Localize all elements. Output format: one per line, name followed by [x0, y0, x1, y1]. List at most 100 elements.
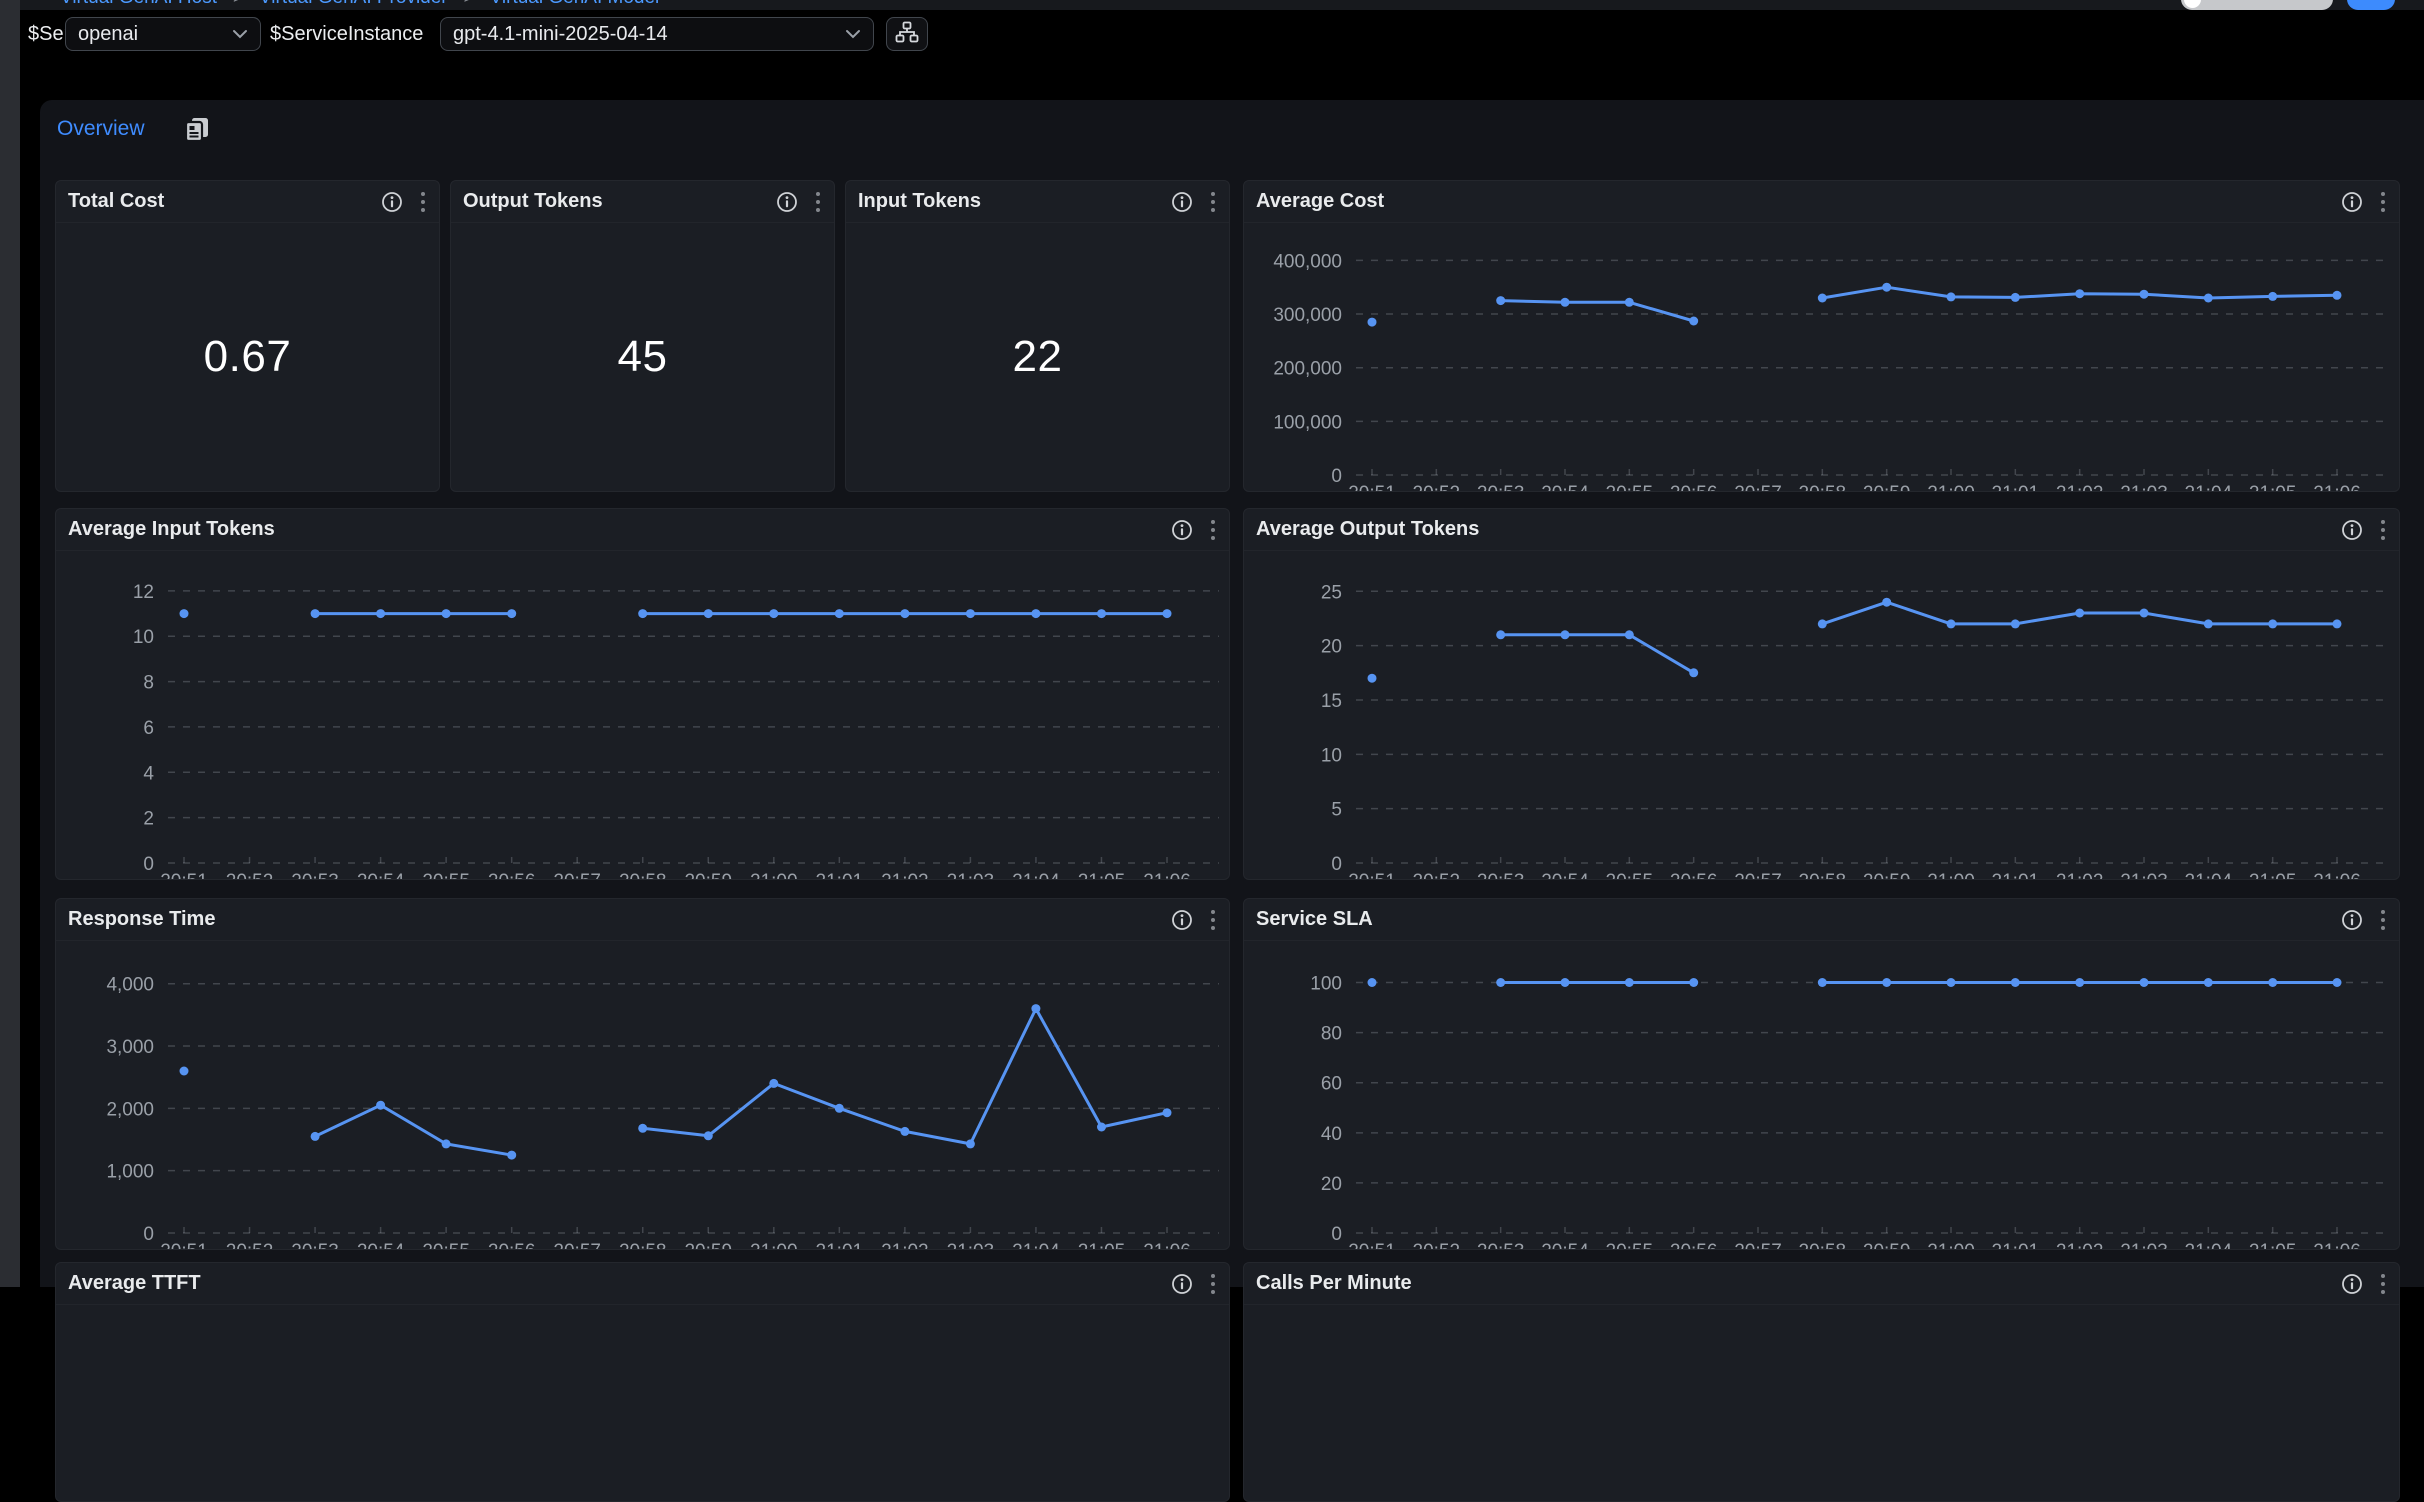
info-icon[interactable]: [2341, 519, 2363, 541]
svg-text:20:57: 20:57: [1734, 483, 1782, 492]
panel-menu-icon[interactable]: [2379, 908, 2387, 932]
panel-menu-icon[interactable]: [1209, 190, 1217, 214]
info-icon[interactable]: [2341, 909, 2363, 931]
breadcrumb-bar: Virtual GenAI Host > Virtual GenAI Provide…: [20, 0, 2424, 10]
svg-text:20:58: 20:58: [1799, 871, 1847, 880]
dashboard-variables-bar: $Service openai $ServiceInstance gpt-4.1…: [20, 10, 2424, 57]
svg-text:20:53: 20:53: [1477, 483, 1525, 492]
instance-variable-label: $ServiceInstance: [270, 23, 423, 46]
svg-text:100: 100: [1310, 974, 1342, 995]
svg-text:4,000: 4,000: [106, 975, 154, 996]
svg-text:21:03: 21:03: [947, 1241, 995, 1250]
panel-menu-icon[interactable]: [1209, 1272, 1217, 1296]
svg-text:21:00: 21:00: [1927, 483, 1975, 492]
svg-text:20:51: 20:51: [160, 1241, 208, 1250]
collapsed-sidebar-rail[interactable]: [0, 0, 20, 1287]
breadcrumb-link-provider[interactable]: Virtual GenAI Provider: [259, 0, 448, 8]
average-input-tokens-chart[interactable]: 02468101220:5103-2020:5203-2020:5303-202…: [56, 551, 1229, 880]
chevron-down-icon: [232, 29, 248, 39]
breadcrumb-link-host[interactable]: Virtual GenAI Host: [60, 0, 217, 8]
svg-text:21:06: 21:06: [2313, 871, 2361, 880]
average-cost-chart[interactable]: 0100,000200,000300,000400,00020:5103-202…: [1244, 223, 2399, 492]
breadcrumb: Virtual GenAI Host > Virtual GenAI Provide…: [60, 0, 659, 9]
service-select[interactable]: openai: [65, 17, 261, 51]
instance-select[interactable]: gpt-4.1-mini-2025-04-14: [440, 17, 874, 51]
average-output-tokens-chart[interactable]: 051015202520:5103-2020:5203-2020:5303-20…: [1244, 551, 2399, 880]
svg-text:21:04: 21:04: [2185, 871, 2233, 880]
svg-text:20:56: 20:56: [1670, 483, 1718, 492]
svg-text:20:51: 20:51: [1348, 1241, 1396, 1250]
panel-total-cost: Total Cost 0.67: [55, 180, 440, 492]
svg-text:21:06: 21:06: [1143, 871, 1191, 880]
panel-menu-icon[interactable]: [2379, 518, 2387, 542]
info-icon[interactable]: [1171, 1273, 1193, 1295]
panel-menu-icon[interactable]: [814, 190, 822, 214]
svg-text:21:03: 21:03: [2120, 871, 2168, 880]
svg-text:21:04: 21:04: [2185, 483, 2233, 492]
info-icon[interactable]: [381, 191, 403, 213]
panel-menu-icon[interactable]: [419, 190, 427, 214]
svg-text:20:55: 20:55: [1606, 483, 1654, 492]
info-icon[interactable]: [2341, 191, 2363, 213]
svg-text:21:02: 21:02: [2056, 1241, 2104, 1250]
svg-text:20:59: 20:59: [1863, 1241, 1911, 1250]
service-sla-chart[interactable]: 02040608010020:5103-2020:5203-2020:5303-…: [1244, 941, 2399, 1250]
svg-text:200,000: 200,000: [1273, 359, 1342, 380]
svg-text:20:51: 20:51: [1348, 871, 1396, 880]
panel-output-tokens: Output Tokens 45: [450, 180, 835, 492]
svg-text:21:06: 21:06: [1143, 1241, 1191, 1250]
svg-text:20:57: 20:57: [1734, 871, 1782, 880]
response-time-chart[interactable]: 01,0002,0003,0004,00020:5103-2020:5203-2…: [56, 941, 1229, 1250]
panel-menu-icon[interactable]: [1209, 518, 1217, 542]
svg-text:21:05: 21:05: [2249, 483, 2297, 492]
stat-value: 0.67: [56, 223, 439, 491]
svg-text:20:54: 20:54: [1541, 1241, 1589, 1250]
svg-text:20:56: 20:56: [488, 871, 536, 880]
panel-menu-icon[interactable]: [2379, 190, 2387, 214]
svg-text:21:01: 21:01: [1992, 483, 2040, 492]
info-icon[interactable]: [776, 191, 798, 213]
svg-text:21:00: 21:00: [750, 1241, 798, 1250]
svg-text:20:56: 20:56: [488, 1241, 536, 1250]
topology-view-button[interactable]: [886, 17, 928, 51]
svg-text:20:59: 20:59: [684, 871, 732, 880]
panel-menu-icon[interactable]: [1209, 908, 1217, 932]
svg-text:3,000: 3,000: [106, 1037, 154, 1058]
svg-text:21:02: 21:02: [881, 871, 929, 880]
svg-text:20:58: 20:58: [619, 871, 667, 880]
svg-text:80: 80: [1321, 1024, 1342, 1045]
svg-text:21:05: 21:05: [1078, 871, 1126, 880]
panel-average-input-tokens: Average Input Tokens 02468101220:5103-20…: [55, 508, 1230, 880]
svg-text:20:57: 20:57: [553, 1241, 601, 1250]
svg-text:6: 6: [143, 718, 154, 739]
svg-text:60: 60: [1321, 1074, 1342, 1095]
primary-action-button[interactable]: [2347, 0, 2395, 10]
info-icon[interactable]: [1171, 519, 1193, 541]
info-icon[interactable]: [1171, 909, 1193, 931]
chevron-down-icon: [845, 29, 861, 39]
info-icon[interactable]: [1171, 191, 1193, 213]
toggle-pill-button[interactable]: [2181, 0, 2333, 10]
panel-average-ttft: Average TTFT: [55, 1262, 1230, 1502]
panel-title: Average TTFT: [68, 1272, 201, 1295]
svg-text:20:58: 20:58: [619, 1241, 667, 1250]
breadcrumb-link-model[interactable]: Virtual GenAI Model: [490, 0, 660, 8]
panel-response-time: Response Time 01,0002,0003,0004,00020:51…: [55, 898, 1230, 1250]
breadcrumb-separator: >: [464, 0, 474, 7]
panel-title: Total Cost: [68, 190, 164, 213]
svg-text:21:02: 21:02: [881, 1241, 929, 1250]
svg-text:20:59: 20:59: [684, 1241, 732, 1250]
svg-text:20:53: 20:53: [1477, 871, 1525, 880]
svg-text:21:03: 21:03: [2120, 1241, 2168, 1250]
svg-text:0: 0: [143, 1224, 154, 1245]
svg-text:20:51: 20:51: [1348, 483, 1396, 492]
svg-text:20:52: 20:52: [1413, 1241, 1461, 1250]
svg-text:20: 20: [1321, 1174, 1342, 1195]
panel-input-tokens: Input Tokens 22: [845, 180, 1230, 492]
panel-menu-icon[interactable]: [2379, 1272, 2387, 1296]
copy-dashboard-icon[interactable]: [183, 115, 210, 142]
info-icon[interactable]: [2341, 1273, 2363, 1295]
svg-text:20:54: 20:54: [1541, 871, 1589, 880]
panel-title: Service SLA: [1256, 908, 1373, 931]
tab-overview[interactable]: Overview: [57, 117, 145, 141]
